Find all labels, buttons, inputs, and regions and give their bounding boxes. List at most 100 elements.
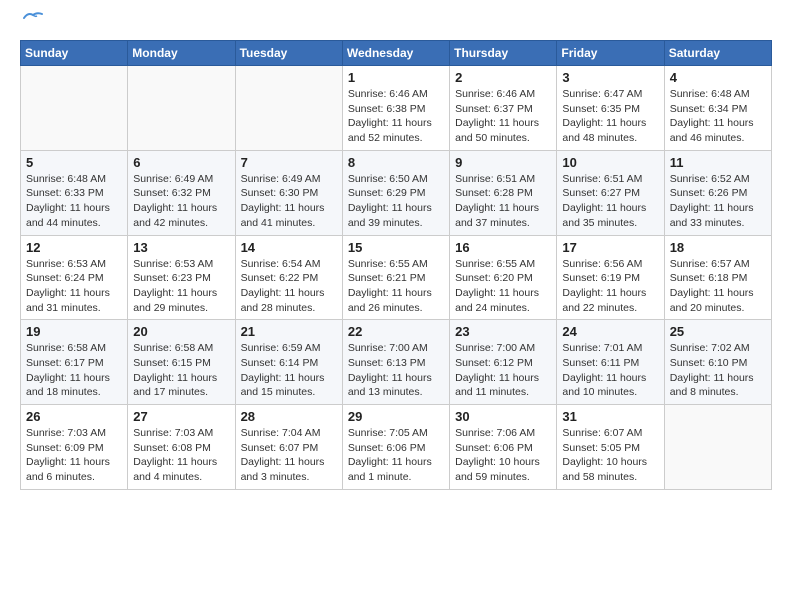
day-info: Sunrise: 7:02 AM Sunset: 6:10 PM Dayligh… [670,341,766,400]
day-number: 27 [133,409,229,424]
day-number: 31 [562,409,658,424]
calendar-cell: 4 Sunrise: 6:48 AM Sunset: 6:34 PM Daylig… [664,66,771,151]
day-number: 3 [562,70,658,85]
calendar-cell: 1 Sunrise: 6:46 AM Sunset: 6:38 PM Daylig… [342,66,449,151]
calendar-cell: 10Sunrise: 6:51 AM Sunset: 6:27 PM Dayli… [557,150,664,235]
calendar-cell: 26 Sunrise: 7:03 AM Sunset: 6:09 PM Dayli… [21,405,128,490]
day-info: Sunrise: 6:52 AM Sunset: 6:26 PM Dayligh… [670,172,766,231]
day-info: Sunrise: 7:03 AM Sunset: 6:09 PM Dayligh… [26,426,122,485]
day-info: Sunrise: 7:06 AM Sunset: 6:06 PM Dayligh… [455,426,551,485]
calendar-cell: 30 Sunrise: 7:06 AM Sunset: 6:06 PM Dayli… [450,405,557,490]
day-info: Sunrise: 6:55 AM Sunset: 6:20 PM Dayligh… [455,257,551,316]
day-info: Sunrise: 6:07 AM Sunset: 5:05 PM Dayligh… [562,426,658,485]
day-number: 1 [348,70,444,85]
calendar-cell: 16 Sunrise: 6:55 AM Sunset: 6:20 PM Dayli… [450,235,557,320]
calendar-cell [21,66,128,151]
calendar-week-row: 19 Sunrise: 6:58 AM Sunset: 6:17 PM Dayli… [21,320,772,405]
calendar-cell: 7 Sunrise: 6:49 AM Sunset: 6:30 PM Daylig… [235,150,342,235]
calendar-cell: 11 Sunrise: 6:52 AM Sunset: 6:26 PM Dayli… [664,150,771,235]
day-number: 28 [241,409,337,424]
day-info: Sunrise: 7:03 AM Sunset: 6:08 PM Dayligh… [133,426,229,485]
day-number: 11 [670,155,766,170]
calendar-body: 1 Sunrise: 6:46 AM Sunset: 6:38 PM Daylig… [21,66,772,490]
day-info: Sunrise: 6:50 AM Sunset: 6:29 PM Dayligh… [348,172,444,231]
calendar-cell [235,66,342,151]
calendar-week-row: 12 Sunrise: 6:53 AM Sunset: 6:24 PM Dayli… [21,235,772,320]
calendar-cell: 9Sunrise: 6:51 AM Sunset: 6:28 PM Daylig… [450,150,557,235]
calendar-cell: 14 Sunrise: 6:54 AM Sunset: 6:22 PM Dayli… [235,235,342,320]
calendar-cell: 13Sunrise: 6:53 AM Sunset: 6:23 PM Dayli… [128,235,235,320]
calendar-cell: 31 Sunrise: 6:07 AM Sunset: 5:05 PM Dayli… [557,405,664,490]
day-number: 20 [133,324,229,339]
calendar-cell: 25 Sunrise: 7:02 AM Sunset: 6:10 PM Dayli… [664,320,771,405]
day-number: 13 [133,240,229,255]
calendar-cell: 22Sunrise: 7:00 AM Sunset: 6:13 PM Dayli… [342,320,449,405]
day-number: 14 [241,240,337,255]
calendar-cell: 5Sunrise: 6:48 AM Sunset: 6:33 PM Daylig… [21,150,128,235]
day-number: 2 [455,70,551,85]
day-info: Sunrise: 6:46 AM Sunset: 6:37 PM Dayligh… [455,87,551,146]
calendar-cell: 21 Sunrise: 6:59 AM Sunset: 6:14 PM Dayli… [235,320,342,405]
calendar-table: SundayMondayTuesdayWednesdayThursdayFrid… [20,40,772,490]
day-info: Sunrise: 7:00 AM Sunset: 6:12 PM Dayligh… [455,341,551,400]
day-number: 17 [562,240,658,255]
calendar-cell: 2 Sunrise: 6:46 AM Sunset: 6:37 PM Daylig… [450,66,557,151]
calendar-cell: 19 Sunrise: 6:58 AM Sunset: 6:17 PM Dayli… [21,320,128,405]
calendar-cell: 6Sunrise: 6:49 AM Sunset: 6:32 PM Daylig… [128,150,235,235]
calendar-cell: 20Sunrise: 6:58 AM Sunset: 6:15 PM Dayli… [128,320,235,405]
day-number: 6 [133,155,229,170]
header [20,20,772,24]
day-info: Sunrise: 6:48 AM Sunset: 6:34 PM Dayligh… [670,87,766,146]
logo [20,20,44,24]
day-number: 21 [241,324,337,339]
day-number: 25 [670,324,766,339]
weekday-header-saturday: Saturday [664,41,771,66]
calendar-cell [128,66,235,151]
weekday-header-friday: Friday [557,41,664,66]
day-info: Sunrise: 6:46 AM Sunset: 6:38 PM Dayligh… [348,87,444,146]
calendar-week-row: 26 Sunrise: 7:03 AM Sunset: 6:09 PM Dayli… [21,405,772,490]
calendar-cell: 27 Sunrise: 7:03 AM Sunset: 6:08 PM Dayli… [128,405,235,490]
day-number: 8 [348,155,444,170]
day-number: 30 [455,409,551,424]
day-info: Sunrise: 6:48 AM Sunset: 6:33 PM Dayligh… [26,172,122,231]
weekday-header-thursday: Thursday [450,41,557,66]
calendar-week-row: 5Sunrise: 6:48 AM Sunset: 6:33 PM Daylig… [21,150,772,235]
weekday-header-wednesday: Wednesday [342,41,449,66]
day-info: Sunrise: 6:47 AM Sunset: 6:35 PM Dayligh… [562,87,658,146]
calendar-cell: 12 Sunrise: 6:53 AM Sunset: 6:24 PM Dayli… [21,235,128,320]
day-info: Sunrise: 6:55 AM Sunset: 6:21 PM Dayligh… [348,257,444,316]
day-info: Sunrise: 7:05 AM Sunset: 6:06 PM Dayligh… [348,426,444,485]
day-number: 26 [26,409,122,424]
day-number: 18 [670,240,766,255]
logo-bird-icon [22,10,44,24]
weekday-header-monday: Monday [128,41,235,66]
calendar-cell: 23 Sunrise: 7:00 AM Sunset: 6:12 PM Dayli… [450,320,557,405]
day-number: 22 [348,324,444,339]
calendar-cell: 28 Sunrise: 7:04 AM Sunset: 6:07 PM Dayli… [235,405,342,490]
day-info: Sunrise: 7:01 AM Sunset: 6:11 PM Dayligh… [562,341,658,400]
day-info: Sunrise: 6:51 AM Sunset: 6:28 PM Dayligh… [455,172,551,231]
day-number: 24 [562,324,658,339]
day-number: 7 [241,155,337,170]
day-number: 10 [562,155,658,170]
day-info: Sunrise: 6:53 AM Sunset: 6:24 PM Dayligh… [26,257,122,316]
day-number: 12 [26,240,122,255]
day-number: 19 [26,324,122,339]
calendar-cell: 8 Sunrise: 6:50 AM Sunset: 6:29 PM Daylig… [342,150,449,235]
calendar-cell: 15Sunrise: 6:55 AM Sunset: 6:21 PM Dayli… [342,235,449,320]
calendar-cell: 3 Sunrise: 6:47 AM Sunset: 6:35 PM Daylig… [557,66,664,151]
day-number: 29 [348,409,444,424]
day-info: Sunrise: 6:58 AM Sunset: 6:17 PM Dayligh… [26,341,122,400]
day-number: 16 [455,240,551,255]
day-number: 4 [670,70,766,85]
day-info: Sunrise: 7:04 AM Sunset: 6:07 PM Dayligh… [241,426,337,485]
day-info: Sunrise: 6:56 AM Sunset: 6:19 PM Dayligh… [562,257,658,316]
calendar-cell: 17 Sunrise: 6:56 AM Sunset: 6:19 PM Dayli… [557,235,664,320]
weekday-header-tuesday: Tuesday [235,41,342,66]
calendar-cell: 18Sunrise: 6:57 AM Sunset: 6:18 PM Dayli… [664,235,771,320]
day-number: 23 [455,324,551,339]
day-info: Sunrise: 6:54 AM Sunset: 6:22 PM Dayligh… [241,257,337,316]
day-info: Sunrise: 6:59 AM Sunset: 6:14 PM Dayligh… [241,341,337,400]
day-info: Sunrise: 6:49 AM Sunset: 6:30 PM Dayligh… [241,172,337,231]
